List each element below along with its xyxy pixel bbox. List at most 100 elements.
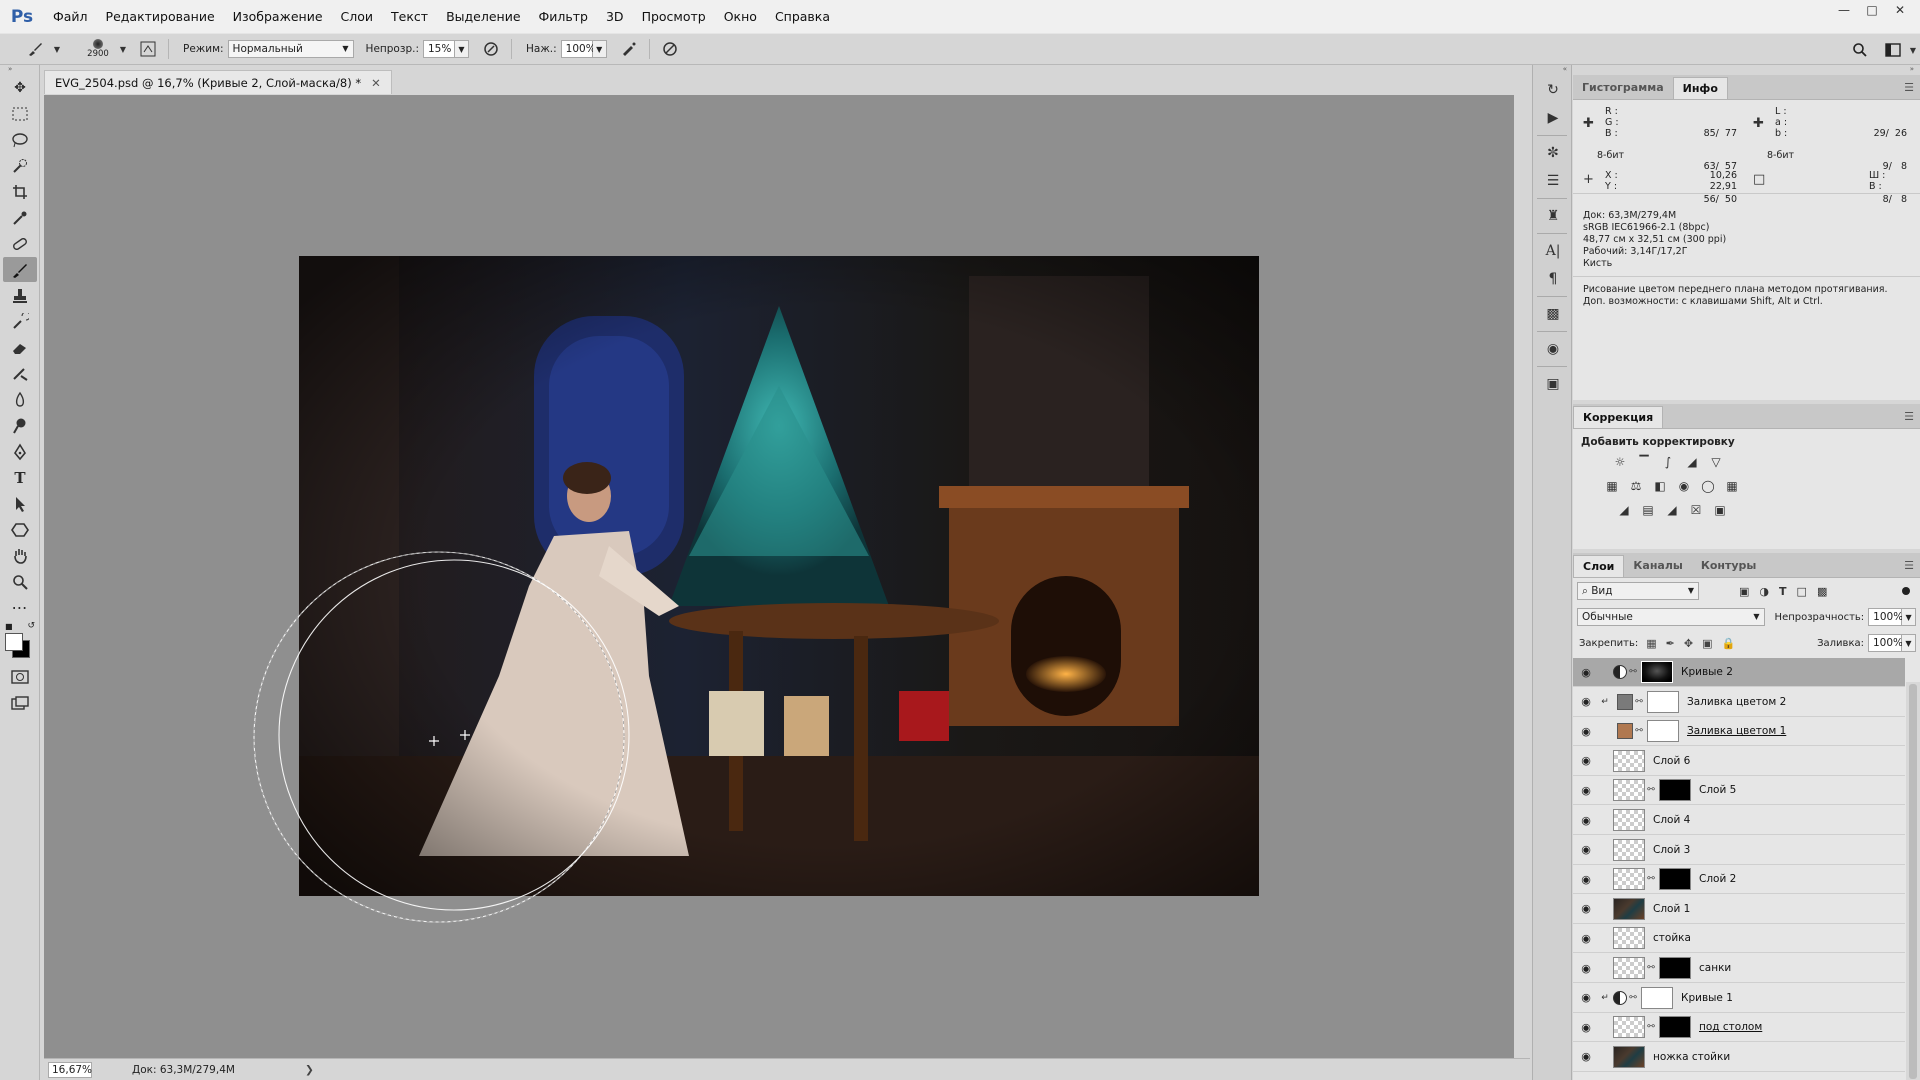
blur-tool-icon[interactable] [3,387,37,412]
fill-color-swatch[interactable] [1617,723,1633,740]
layer-thumbnail[interactable] [1613,838,1645,861]
visibility-eye-icon[interactable]: ◉ [1573,1021,1599,1034]
layer-name[interactable]: ножка стойки [1653,1051,1730,1063]
menu-window[interactable]: Окно [715,0,766,33]
layer-name[interactable]: Слой 1 [1653,903,1690,915]
chevron-down-icon[interactable]: ▼ [1906,46,1920,55]
zoom-tool-icon[interactable] [3,569,37,594]
lock-artboard-icon[interactable]: ▣ [1702,637,1712,650]
chevron-down-icon[interactable]: ▼ [52,45,62,54]
invert-icon[interactable]: ◢ [1613,500,1635,520]
menu-layers[interactable]: Слои [332,0,383,33]
mask-link-icon[interactable]: ⚯ [1633,697,1645,707]
pen-tool-icon[interactable] [3,439,37,464]
history-panel-icon[interactable]: ↻ [1538,77,1568,103]
dodge-tool-icon[interactable] [3,413,37,438]
layer-row[interactable]: ◉ ⚯ Заливка цветом 1 [1573,717,1905,747]
mode-select[interactable]: Нормальный ▼ [227,40,354,58]
visibility-eye-icon[interactable]: ◉ [1573,1050,1599,1063]
layer-name[interactable]: под столом [1699,1021,1762,1033]
layer-mask-thumbnail[interactable] [1659,1016,1691,1039]
chevron-down-icon[interactable]: ▼ [118,45,128,54]
character-panel-icon[interactable]: A| [1538,238,1568,264]
lasso-tool-icon[interactable] [3,127,37,152]
layer-mask-thumbnail[interactable] [1659,868,1691,891]
move-tool-icon[interactable]: ✥ [3,75,37,100]
swap-colors-icon[interactable]: ↺ [27,621,35,631]
menu-help[interactable]: Справка [766,0,839,33]
layer-thumbnail[interactable] [1613,868,1645,891]
collapse-arrows-icon[interactable]: » [1573,65,1920,75]
actions-panel-icon[interactable]: ▶ [1538,105,1568,131]
airbrush-icon[interactable] [617,37,641,61]
layer-thumbnail[interactable] [1613,749,1645,772]
layer-row[interactable]: ◉ ножка стойки [1573,1043,1905,1072]
brush-tool-icon[interactable] [3,257,37,282]
visibility-eye-icon[interactable]: ◉ [1573,902,1599,915]
visibility-eye-icon[interactable]: ◉ [1573,843,1599,856]
opacity-field[interactable]: 15% [422,40,455,58]
screen-mode-icon[interactable] [3,690,37,715]
chevron-right-icon[interactable]: ❯ [305,1064,314,1076]
marquee-tool-icon[interactable] [3,101,37,126]
menu-view[interactable]: Просмотр [633,0,715,33]
hand-tool-icon[interactable] [3,543,37,568]
tab-adjustments[interactable]: Коррекция [1573,406,1664,428]
layer-name[interactable]: стойка [1653,932,1691,944]
layer-row[interactable]: ◉ ⚯ санки [1573,954,1905,983]
layer-name[interactable]: Слой 3 [1653,844,1690,856]
document-image[interactable] [299,256,1259,896]
search-icon[interactable] [1846,42,1874,58]
layer-thumbnail[interactable] [1613,779,1645,802]
selective-color-icon[interactable]: ☒ [1685,500,1707,520]
layer-thumbnail[interactable] [1613,927,1645,950]
layer-mask-thumbnail[interactable] [1659,957,1691,979]
history-brush-tool-icon[interactable] [3,309,37,334]
layer-row[interactable]: ◉ стойка [1573,924,1905,954]
properties-panel-icon[interactable]: ▣ [1538,371,1568,397]
channel-mixer-icon[interactable]: ◯ [1697,476,1719,496]
visibility-eye-icon[interactable]: ◉ [1573,725,1599,738]
visibility-eye-icon[interactable]: ◉ [1573,666,1599,679]
clone-source-icon[interactable]: ♜ [1538,203,1568,229]
canvas-area[interactable] [44,95,1514,1058]
layer-name[interactable]: санки [1699,962,1731,974]
gradient-map-icon[interactable]: ▣ [1709,500,1731,520]
zoom-field[interactable]: 16,67% [48,1061,92,1078]
paragraph-panel-icon[interactable]: ¶ [1538,266,1568,292]
color-balance-icon[interactable]: ⚖ [1625,476,1647,496]
chevron-down-icon[interactable]: ▼ [1902,608,1916,626]
layer-filter-select[interactable]: ⌕ Вид ▼ [1577,582,1699,600]
posterize-icon[interactable]: ▤ [1637,500,1659,520]
more-tools-icon[interactable]: ⋯ [3,595,37,620]
layer-mask-thumbnail[interactable] [1659,779,1691,802]
panel-menu-icon[interactable]: ☰ [1904,559,1914,572]
tab-paths[interactable]: Контуры [1692,555,1766,577]
tab-channels[interactable]: Каналы [1624,555,1691,577]
filter-smart-object-icon[interactable]: ▩ [1817,585,1827,598]
pressure-field[interactable]: 100% [560,40,596,58]
lock-transparent-icon[interactable]: ▦ [1646,637,1656,650]
layer-mask-thumbnail[interactable] [1647,690,1679,713]
hue-saturation-icon[interactable]: ▦ [1601,476,1623,496]
healing-brush-tool-icon[interactable] [3,231,37,256]
layer-name[interactable]: Слой 6 [1653,755,1690,767]
menu-select[interactable]: Выделение [437,0,529,33]
panel-menu-icon[interactable]: ☰ [1904,81,1914,94]
close-icon[interactable]: ✕ [1886,0,1914,20]
brush-size-picker[interactable]: 2900 [78,39,118,59]
vibrance-icon[interactable]: ▽ [1705,452,1727,472]
threshold-icon[interactable]: ◢ [1661,500,1683,520]
crop-tool-icon[interactable] [3,179,37,204]
menu-image[interactable]: Изображение [224,0,332,33]
mask-link-icon[interactable]: ⚯ [1645,874,1657,884]
layer-opacity-field[interactable]: 100% [1868,608,1903,626]
layer-name[interactable]: Кривые 1 [1681,992,1733,1004]
photo-filter-icon[interactable]: ◉ [1673,476,1695,496]
menu-3d[interactable]: 3D [597,0,633,33]
type-tool-icon[interactable]: T [3,465,37,490]
filter-type-icon[interactable]: T [1779,585,1787,598]
shape-tool-icon[interactable] [3,517,37,542]
fill-color-swatch[interactable] [1617,693,1633,710]
lock-position-icon[interactable]: ✥ [1684,637,1693,650]
